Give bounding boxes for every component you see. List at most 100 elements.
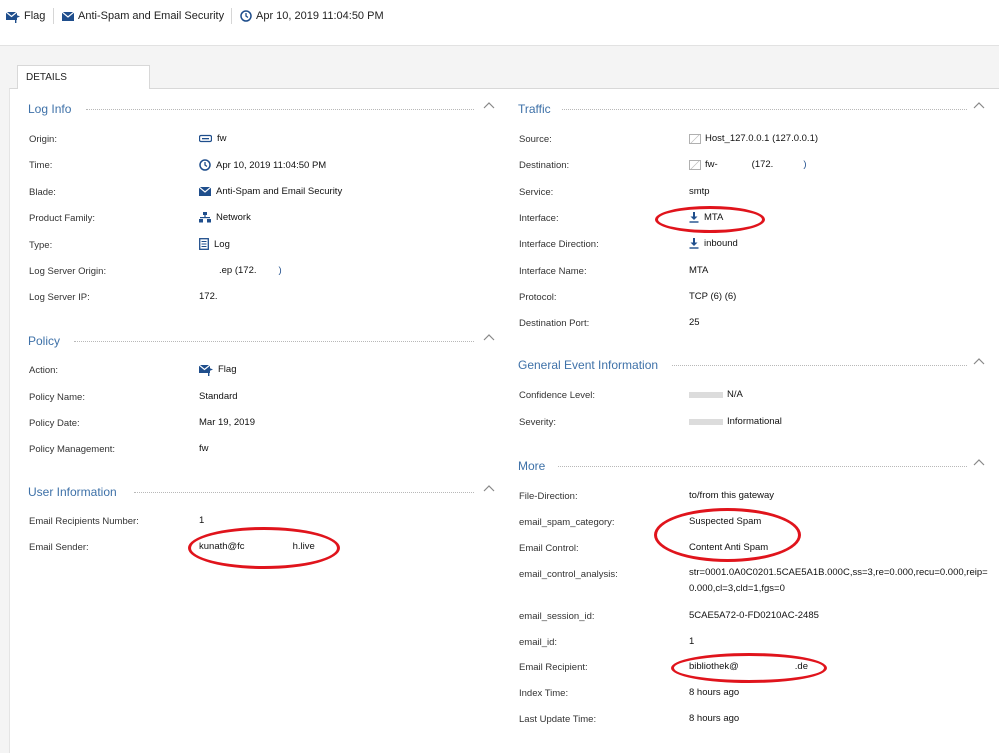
field-value-email-recipient: bibliothek@ .de (689, 661, 808, 672)
field-value-text: kunath@fc (199, 541, 245, 552)
field-value-text: inbound (704, 238, 738, 249)
field-value-text: Informational (727, 416, 782, 427)
header-blade-label: Anti-Spam and Email Security (78, 10, 225, 22)
collapse-chevron-icon[interactable] (973, 101, 985, 109)
field-value-text: fw (217, 133, 227, 144)
section-divider (134, 492, 474, 493)
field-value-log-server-origin: .ep (172. ) (199, 265, 282, 276)
field-value-text: Log (214, 238, 230, 250)
redacted-region (738, 661, 795, 672)
field-value-interface[interactable]: MTA (689, 212, 723, 223)
field-label: Policy Management: (29, 444, 116, 455)
field-value-text-end: ) (278, 265, 282, 276)
field-value-file-direction: to/from this gateway (689, 490, 774, 501)
field-value-text: 172. (199, 291, 218, 302)
field-label: Confidence Level: (519, 390, 596, 401)
field-value-text: 5CAE5A72-0-FD0210AC-2485 (689, 610, 819, 621)
field-value-protocol: TCP (6) (6) (689, 291, 736, 302)
field-label: Blade: (29, 187, 56, 198)
redacted-region (717, 159, 752, 170)
tab-details[interactable]: DETAILS (17, 65, 150, 89)
field-label: Policy Date: (29, 418, 80, 429)
collapse-chevron-icon[interactable] (483, 333, 495, 341)
host-icon (689, 133, 701, 144)
field-value-text: 25 (689, 317, 700, 328)
field-label: Interface Direction: (519, 239, 599, 250)
header-divider (53, 8, 54, 24)
collapse-chevron-icon[interactable] (483, 101, 495, 109)
field-label: Log Server IP: (29, 292, 90, 303)
collapse-chevron-icon[interactable] (973, 357, 985, 365)
field-value-text: bibliothek@ (689, 661, 739, 672)
field-value-action[interactable]: Flag (199, 363, 236, 376)
field-value-severity: Informational (689, 416, 782, 427)
field-label: Source: (519, 134, 552, 145)
envelope-icon (62, 11, 74, 21)
clock-icon (240, 10, 252, 22)
field-value-text: to/from this gateway (689, 490, 775, 501)
field-value-email-id: 1 (689, 636, 694, 647)
field-label: Destination: (519, 160, 570, 171)
collapse-chevron-icon[interactable] (973, 458, 985, 466)
section-divider (74, 341, 474, 342)
field-value-policy-name: Standard (199, 391, 238, 402)
field-label: email_id: (519, 637, 558, 648)
section-title-log-info: Log Info (28, 102, 72, 116)
field-value-text: smtp (689, 186, 710, 197)
field-value-text: .ep (172. (219, 265, 257, 276)
section-divider (86, 109, 474, 110)
field-value-log-server-ip: 172. (199, 291, 218, 302)
field-value-text: N/A (727, 389, 743, 400)
download-icon (689, 238, 699, 249)
field-label: Email Control: (519, 543, 579, 554)
download-icon (689, 212, 699, 223)
details-panel (9, 88, 999, 753)
field-value-blade[interactable]: Anti-Spam and Email Security (199, 186, 342, 197)
section-divider (672, 365, 967, 366)
log-header-bar: Flag Anti-Spam and Email Security Apr 10… (0, 0, 999, 46)
redacted-bar (689, 418, 723, 425)
field-label: Type: (29, 240, 53, 251)
field-value-origin[interactable]: fw (199, 133, 227, 144)
field-value-text: Apr 10, 2019 11:04:50 PM (216, 159, 327, 171)
field-value-destination[interactable]: fw- (172. ) (689, 159, 807, 170)
field-value-text: MTA (704, 212, 724, 223)
clock-icon (199, 159, 211, 171)
field-value-text: Flag (218, 364, 237, 375)
host-icon (689, 159, 701, 170)
field-value-email-spam-category: Suspected Spam (689, 516, 761, 527)
log-icon (199, 238, 209, 250)
collapse-chevron-icon[interactable] (483, 484, 495, 492)
section-title-more: More (518, 459, 546, 473)
field-label: Destination Port: (519, 318, 590, 329)
field-label: Index Time: (519, 688, 569, 699)
field-value-text: Anti-Spam and Email Security (216, 186, 343, 197)
field-value-text-mid: (172. (751, 159, 774, 170)
field-value-product-family[interactable]: Network (199, 212, 251, 223)
flag-icon (199, 364, 213, 376)
field-label: Email Recipient: (519, 662, 588, 673)
field-label: Time: (29, 160, 53, 171)
header-time: Apr 10, 2019 11:04:50 PM (240, 8, 384, 24)
field-value-text: 1 (689, 636, 695, 647)
field-value-text: 8 hours ago (689, 687, 740, 698)
field-label: Email Recipients Number: (29, 516, 139, 527)
section-title-policy: Policy (28, 334, 61, 348)
redacted-region (199, 265, 219, 276)
field-value-email-control: Content Anti Spam (689, 542, 768, 553)
flag-icon (6, 11, 20, 23)
header-action-label: Flag (24, 10, 46, 22)
network-icon (199, 212, 211, 223)
redacted-region (244, 541, 293, 552)
field-value-text: 1 (199, 515, 205, 526)
field-label: File-Direction: (519, 491, 578, 502)
field-value-text: Network (216, 212, 251, 223)
field-label: Interface: (519, 213, 559, 224)
redacted-region (773, 159, 804, 170)
header-divider (231, 8, 232, 24)
section-divider (558, 466, 967, 467)
field-value-source[interactable]: Host_127.0.0.1 (127.0.0.1) (689, 133, 818, 144)
field-label: Severity: (519, 417, 556, 428)
field-value-text: 8 hours ago (689, 713, 740, 724)
section-title-user-information: User Information (28, 485, 117, 499)
